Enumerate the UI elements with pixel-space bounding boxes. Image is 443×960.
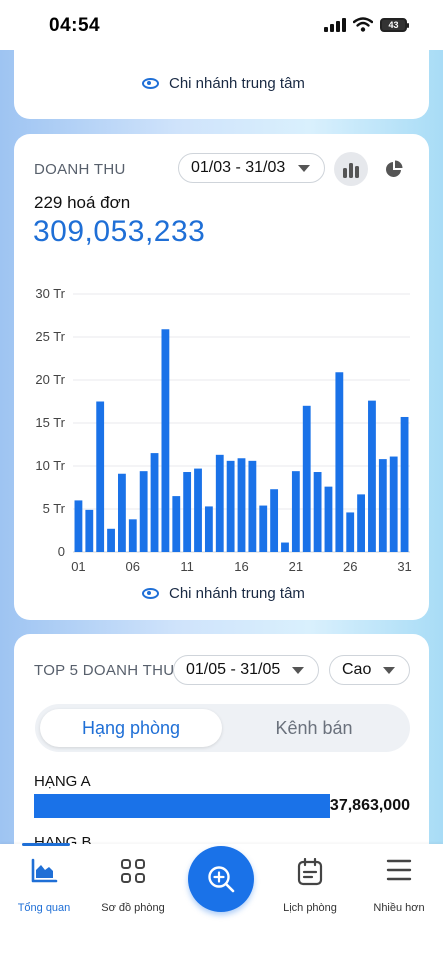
revenue-bar[interactable] — [74, 500, 83, 552]
top5-title: TOP 5 DOANH THU — [34, 662, 175, 679]
search-plus-icon — [208, 866, 235, 893]
x-tick-label: 06 — [126, 559, 140, 574]
top5-date-range: 01/05 - 31/05 — [186, 661, 281, 678]
nav-label: Nhiều hơn — [373, 902, 425, 914]
pie-chart-icon — [386, 160, 403, 177]
y-tick-label: 20 Tr — [35, 372, 65, 387]
y-tick-label: 15 Tr — [35, 415, 65, 430]
top5-date-range-dropdown[interactable]: 01/05 - 31/05 — [173, 655, 319, 685]
rank-item-bar — [34, 794, 331, 818]
rank-item-label: HẠNG A — [34, 773, 91, 790]
status-time: 04:54 — [49, 15, 101, 36]
sort-dropdown[interactable]: Cao — [329, 655, 410, 685]
revenue-bar[interactable] — [194, 468, 202, 552]
revenue-bar[interactable] — [237, 458, 246, 552]
signal-icon — [324, 17, 346, 32]
menu-icon — [386, 859, 412, 881]
revenue-bar[interactable] — [389, 456, 398, 552]
revenue-bar[interactable] — [335, 372, 344, 552]
nav-item-room-calendar[interactable]: Lịch phòng — [270, 858, 350, 914]
revenue-bar[interactable] — [248, 460, 257, 552]
battery-level: 43 — [388, 19, 399, 30]
revenue-bar[interactable] — [172, 496, 181, 552]
revenue-bar[interactable] — [281, 542, 289, 552]
eye-icon — [142, 588, 159, 599]
x-tick-label: 26 — [343, 559, 357, 574]
revenue-bar[interactable] — [161, 329, 170, 552]
eye-icon — [142, 78, 159, 89]
search-plus-button[interactable] — [188, 846, 254, 912]
tab-room-type[interactable]: Hạng phòng — [40, 709, 222, 747]
nav-item-more[interactable]: Nhiều hơn — [359, 858, 439, 914]
nav-item-overview[interactable]: Tổng quan — [4, 858, 84, 914]
nav-label: Lịch phòng — [283, 902, 337, 914]
revenue-bar[interactable] — [215, 454, 224, 552]
revenue-title: DOANH THU — [34, 161, 126, 178]
nav-item-room-map[interactable]: Sơ đồ phòng — [93, 858, 173, 914]
chevron-down-icon — [383, 667, 395, 674]
revenue-bar[interactable] — [313, 472, 322, 552]
x-tick-label: 16 — [234, 559, 248, 574]
revenue-bar[interactable] — [183, 472, 192, 552]
chevron-down-icon — [298, 165, 310, 172]
area-chart-icon — [31, 858, 58, 883]
revenue-date-range-dropdown[interactable]: 01/03 - 31/03 — [178, 153, 325, 183]
x-tick-label: 21 — [289, 559, 303, 574]
revenue-bar[interactable] — [85, 509, 94, 552]
branch-card: Chi nhánh trung tâm — [14, 40, 429, 119]
revenue-bar[interactable] — [324, 486, 333, 552]
grid-icon — [121, 859, 145, 883]
calendar-icon — [297, 858, 323, 886]
revenue-date-range: 01/03 - 31/03 — [191, 159, 286, 176]
revenue-bar[interactable] — [368, 400, 376, 552]
branch-selector[interactable]: Chi nhánh trung tâm — [142, 75, 305, 92]
revenue-bar-chart: 0 5 Tr 10 Tr 15 Tr 20 Tr 25 Tr 30 Tr 01 06 11 16 21… — [35, 286, 411, 574]
revenue-bar[interactable] — [259, 505, 268, 552]
x-tick-label: 01 — [71, 559, 85, 574]
revenue-bar[interactable] — [346, 512, 355, 552]
tab-sales-channel[interactable]: Kênh bán — [223, 709, 405, 747]
branch-label: Chi nhánh trung tâm — [169, 75, 305, 92]
revenue-bar[interactable] — [357, 494, 365, 552]
pie-chart-toggle[interactable] — [377, 152, 411, 186]
revenue-bar[interactable] — [128, 519, 137, 552]
invoice-count: 229 hoá đơn — [34, 193, 131, 212]
y-tick-label: 5 Tr — [43, 501, 66, 516]
status-icons: 43 — [324, 17, 409, 32]
top5-segmented-control: Hạng phòng Kênh bán — [35, 704, 410, 752]
chevron-down-icon — [292, 667, 304, 674]
bar-chart-icon — [343, 163, 359, 178]
revenue-bar[interactable] — [107, 528, 115, 552]
rank-item-value: 37,863,000 — [329, 797, 410, 814]
x-tick-label: 11 — [180, 559, 194, 574]
revenue-bar[interactable] — [378, 459, 387, 552]
y-tick-label: 10 Tr — [35, 458, 65, 473]
revenue-bar[interactable] — [302, 405, 311, 552]
revenue-bar[interactable] — [139, 471, 148, 552]
chart-branch-selector[interactable]: Chi nhánh trung tâm — [142, 585, 305, 602]
nav-label: Sơ đồ phòng — [101, 902, 165, 914]
revenue-bar[interactable] — [226, 460, 235, 552]
revenue-bar[interactable] — [204, 506, 213, 552]
revenue-bar[interactable] — [96, 401, 105, 553]
revenue-bar[interactable] — [150, 453, 159, 552]
revenue-bar[interactable] — [291, 471, 300, 552]
revenue-total: 309,053,233 — [33, 215, 206, 248]
battery-icon: 43 — [380, 17, 409, 32]
y-tick-label: 0 — [58, 544, 65, 559]
bar-chart-toggle[interactable] — [334, 152, 368, 186]
chart-branch-label: Chi nhánh trung tâm — [169, 585, 305, 602]
y-tick-label: 30 Tr — [35, 286, 65, 301]
revenue-bar[interactable] — [400, 416, 409, 552]
sort-value: Cao — [342, 661, 372, 678]
revenue-bar[interactable] — [118, 473, 126, 552]
nav-label: Tổng quan — [17, 902, 71, 914]
nav-active-indicator — [22, 843, 70, 846]
revenue-bar[interactable] — [270, 489, 279, 552]
y-tick-label: 25 Tr — [35, 329, 65, 344]
x-tick-label: 31 — [397, 559, 411, 574]
wifi-icon — [353, 17, 373, 32]
